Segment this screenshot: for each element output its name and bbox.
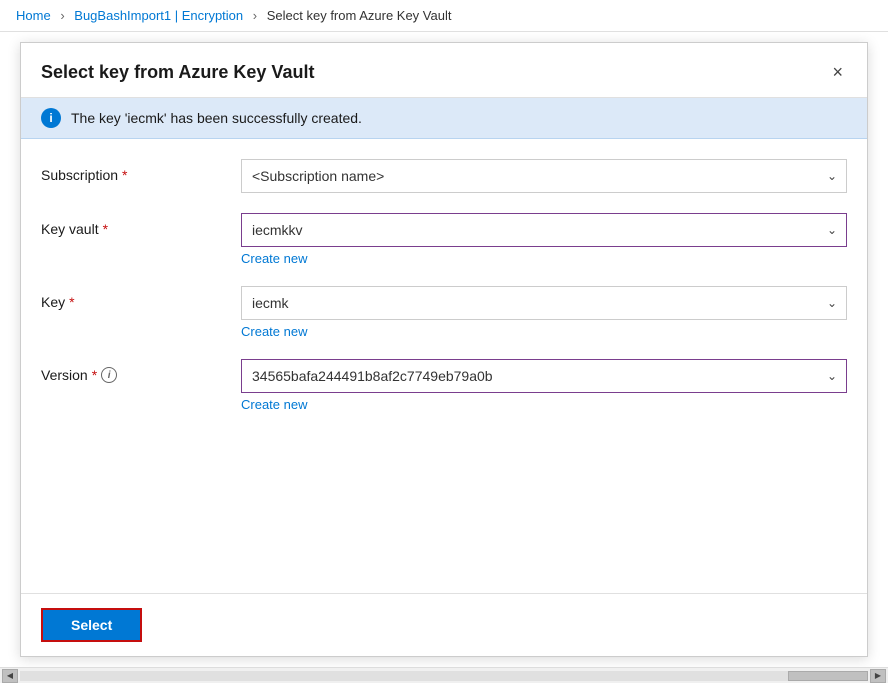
breadcrumb-sep1: › [60, 8, 64, 23]
version-row: Version * i 34565bafa244491b8af2c7749eb7… [41, 359, 847, 412]
key-select[interactable]: iecmk [241, 286, 847, 320]
version-create-new-link[interactable]: Create new [241, 397, 307, 412]
key-row: Key * iecmk ⌄ Create new [41, 286, 847, 339]
version-select[interactable]: 34565bafa244491b8af2c7749eb79a0b [241, 359, 847, 393]
subscription-select[interactable]: <Subscription name> [241, 159, 847, 193]
bottom-scrollbar: ◀ ▶ [0, 667, 888, 683]
version-select-wrapper: 34565bafa244491b8af2c7749eb79a0b ⌄ [241, 359, 847, 393]
key-vault-label: Key vault * [41, 213, 221, 237]
breadcrumb: Home › BugBashImport1 | Encryption › Sel… [0, 0, 888, 32]
version-info-icon[interactable]: i [101, 367, 117, 383]
scroll-thumb[interactable] [788, 671, 868, 681]
version-input-group: 34565bafa244491b8af2c7749eb79a0b ⌄ Creat… [241, 359, 847, 412]
scroll-track [20, 671, 868, 681]
key-select-wrapper: iecmk ⌄ [241, 286, 847, 320]
subscription-select-wrapper: <Subscription name> ⌄ [241, 159, 847, 193]
dialog-header: Select key from Azure Key Vault × [21, 43, 867, 98]
key-vault-input-group: iecmkkv ⌄ Create new [241, 213, 847, 266]
version-required: * [92, 367, 97, 383]
subscription-label: Subscription * [41, 159, 221, 183]
breadcrumb-sep2: › [253, 8, 257, 23]
close-button[interactable]: × [828, 59, 847, 85]
key-label: Key * [41, 286, 221, 310]
scroll-left-arrow[interactable]: ◀ [2, 669, 18, 683]
version-label: Version * i [41, 359, 221, 383]
key-required: * [69, 294, 74, 310]
select-button[interactable]: Select [41, 608, 142, 642]
key-vault-select[interactable]: iecmkkv [241, 213, 847, 247]
breadcrumb-resource[interactable]: BugBashImport1 | Encryption [74, 8, 243, 23]
dialog-body: Subscription * <Subscription name> ⌄ Key… [21, 139, 867, 593]
scroll-right-arrow[interactable]: ▶ [870, 669, 886, 683]
breadcrumb-current: Select key from Azure Key Vault [267, 8, 452, 23]
key-vault-create-new-link[interactable]: Create new [241, 251, 307, 266]
subscription-row: Subscription * <Subscription name> ⌄ [41, 159, 847, 193]
info-banner: i The key 'iecmk' has been successfully … [21, 98, 867, 139]
key-create-new-link[interactable]: Create new [241, 324, 307, 339]
key-vault-required: * [103, 221, 108, 237]
dialog-title: Select key from Azure Key Vault [41, 62, 314, 83]
breadcrumb-home[interactable]: Home [16, 8, 51, 23]
subscription-required: * [122, 167, 127, 183]
dialog-container: Select key from Azure Key Vault × i The … [20, 42, 868, 657]
key-input-group: iecmk ⌄ Create new [241, 286, 847, 339]
info-icon: i [41, 108, 61, 128]
dialog-footer: Select [21, 593, 867, 656]
info-message: The key 'iecmk' has been successfully cr… [71, 110, 362, 126]
key-vault-row: Key vault * iecmkkv ⌄ Create new [41, 213, 847, 266]
key-vault-select-wrapper: iecmkkv ⌄ [241, 213, 847, 247]
subscription-input-group: <Subscription name> ⌄ [241, 159, 847, 193]
